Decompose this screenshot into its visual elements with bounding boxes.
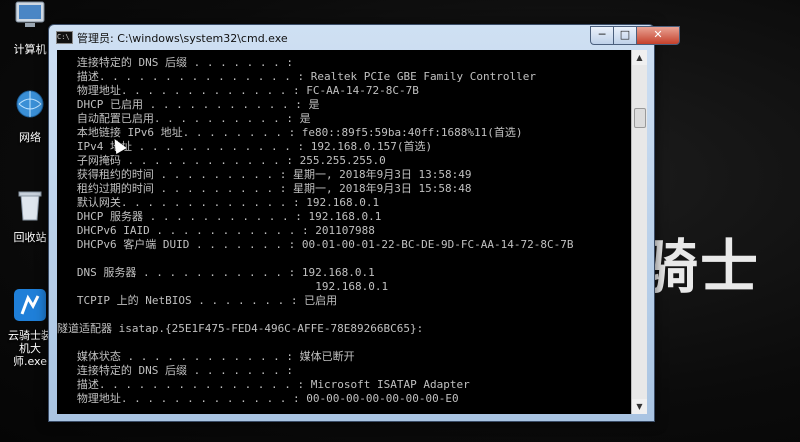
console-line: 媒体状态 . . . . . . . . . . . . : 媒体已断开 (57, 350, 355, 363)
title-bar[interactable]: C:\ 管理员: C:\windows\system32\cmd.exe ─ □… (49, 25, 680, 49)
window-title: 管理员: C:\windows\system32\cmd.exe (77, 32, 288, 45)
maximize-button[interactable]: □ (613, 26, 637, 45)
console-line: DHCPv6 IAID . . . . . . . . . . . : 2011… (57, 224, 375, 237)
console-line: 隧道适配器 isatap.{25E1F475-FED4-496C-AFFE-78… (57, 322, 424, 335)
close-button[interactable]: ✕ (636, 26, 680, 45)
console-line: 描述. . . . . . . . . . . . . . . : Micros… (57, 378, 470, 391)
console-line: 租约过期的时间 . . . . . . . . . : 星期一, 2018年9月… (57, 182, 472, 195)
console-line: 物理地址. . . . . . . . . . . . . : 00-00-00… (57, 392, 459, 405)
console-line: 物理地址. . . . . . . . . . . . . : FC-AA-14… (57, 84, 419, 97)
console-line: TCPIP 上的 NetBIOS . . . . . . . : 已启用 (57, 294, 338, 307)
console-line: 子网掩码 . . . . . . . . . . . . : 255.255.2… (57, 154, 386, 167)
console-line: 自动配置已启用. . . . . . . . . . : 是 (57, 112, 311, 125)
console-line: 默认网关. . . . . . . . . . . . . : 192.168.… (57, 196, 380, 209)
console-line: DHCP 服务器 . . . . . . . . . . . : 192.168… (57, 210, 382, 223)
console-line: 192.168.0.1 (57, 280, 389, 293)
vertical-scrollbar[interactable]: ▲ ▼ (631, 50, 647, 414)
console-line: 连接特定的 DNS 后缀 . . . . . . . : (57, 56, 293, 69)
cmd-window[interactable]: C:\ 管理员: C:\windows\system32\cmd.exe ─ □… (48, 24, 680, 422)
computer-icon (15, 1, 45, 27)
scroll-thumb[interactable] (634, 108, 646, 128)
console-line: DNS 服务器 . . . . . . . . . . . : 192.168.… (57, 266, 375, 279)
minimize-button[interactable]: ─ (590, 26, 614, 45)
console-line: DHCPv6 客户端 DUID . . . . . . . : 00-01-00… (57, 238, 574, 251)
console-line: DHCP 已启用 . . . . . . . . . . . : 是 (57, 98, 320, 111)
console-line: 描述. . . . . . . . . . . . . . . : Realte… (57, 70, 536, 83)
scroll-down-icon[interactable]: ▼ (632, 399, 647, 414)
network-icon (16, 90, 44, 118)
console-line: 连接特定的 DNS 后缀 . . . . . . . : (57, 364, 293, 377)
recycle-bin-icon (18, 191, 42, 221)
console-line: 获得租约的时间 . . . . . . . . . : 星期一, 2018年9月… (57, 168, 472, 181)
scroll-up-icon[interactable]: ▲ (632, 50, 647, 65)
background-brand-text: 骑士 (640, 233, 761, 301)
yunqishi-app-icon (14, 289, 46, 321)
console-line: 本地链接 IPv6 地址. . . . . . . . : fe80::89f5… (57, 126, 523, 139)
console-output[interactable]: 连接特定的 DNS 后缀 . . . . . . . : 描述. . . . .… (57, 50, 631, 414)
desktop: 计算机 网络 回收站 云骑士装机大师.exe 骑士 C:\ 管理员: C:\wi… (0, 0, 800, 442)
cmd-icon: C:\ (56, 31, 73, 44)
